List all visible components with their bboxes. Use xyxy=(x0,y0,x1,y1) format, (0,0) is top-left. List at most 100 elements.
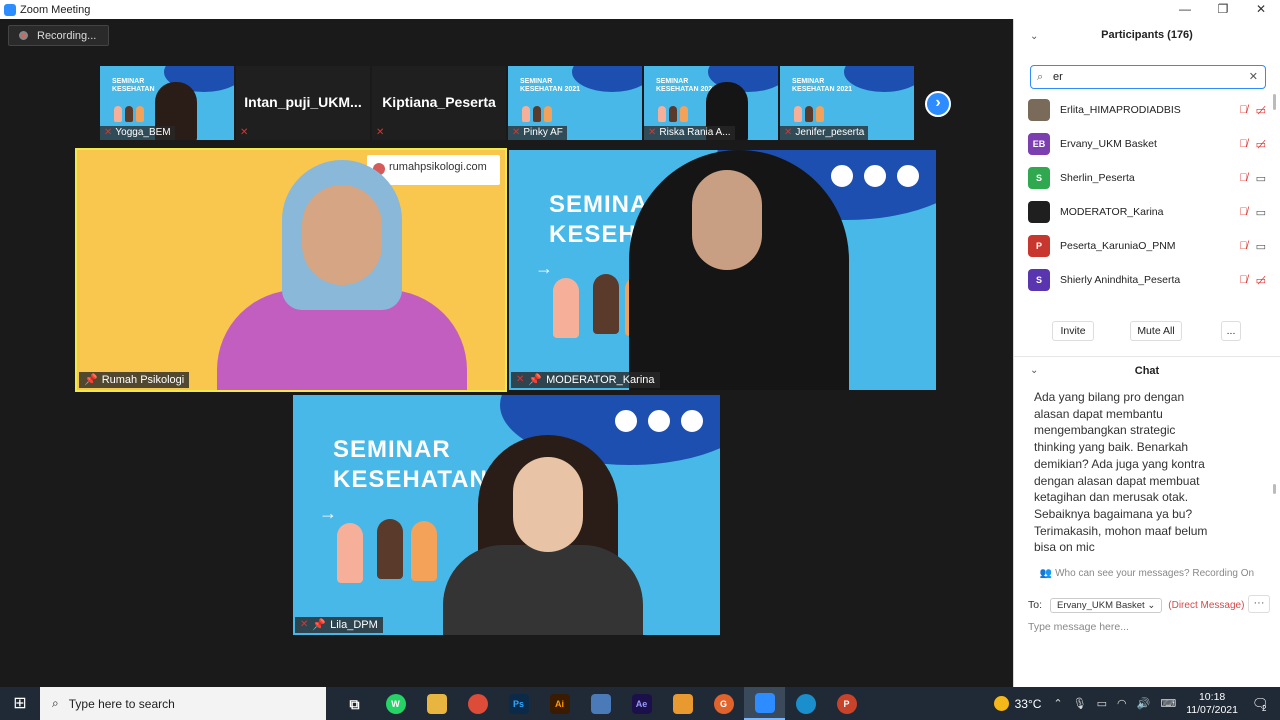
grammarly-button[interactable]: G xyxy=(703,687,744,720)
close-button[interactable]: ✕ xyxy=(1242,0,1280,19)
to-label: To: xyxy=(1028,599,1043,611)
date: 11/07/2021 xyxy=(1186,703,1238,716)
direct-message-label: (Direct Message) xyxy=(1168,599,1245,611)
video-tile-speaker[interactable]: rumahpsikologi.com 📌 Rumah Psikologi xyxy=(75,148,507,392)
participant-thumbnail[interactable]: SEMINAR KESEHATAN 2021 ✕ Pinky AF xyxy=(508,66,642,140)
participant-row[interactable]: P Peserta_KaruniaO_PNM 🎙̸ ▭ xyxy=(1028,229,1276,263)
video-off-icon[interactable]: ▭̸ xyxy=(1256,104,1266,117)
mic-off-icon[interactable]: 🎙̸ xyxy=(1239,138,1247,151)
participant-row[interactable]: Erlita_HIMAPRODIADBIS 🎙̸ ▭̸ xyxy=(1028,93,1276,127)
notification-count: 2 xyxy=(1262,703,1267,713)
mic-off-icon[interactable]: 🎙̸ xyxy=(1239,240,1247,253)
next-page-button[interactable]: › xyxy=(925,91,951,117)
participant-row[interactable]: EB Ervany_UKM Basket 🎙̸ ▭̸ xyxy=(1028,127,1276,161)
slide-title: SEMINAR KESEHATAN 2021 xyxy=(792,78,853,93)
windows-start-button[interactable]: ⊞ xyxy=(0,687,40,720)
brand-text: rumahpsikologi.com xyxy=(389,161,487,173)
slide-logos xyxy=(828,162,922,190)
mic-off-icon[interactable]: 🎙̸ xyxy=(1239,206,1247,219)
video-tile-participant[interactable]: SEMINAR KESEHATAN → ✕ 📌 Lila_DPM xyxy=(293,395,720,635)
photoshop-button[interactable]: Ps xyxy=(498,687,539,720)
media-player-button[interactable] xyxy=(662,687,703,720)
mic-off-icon[interactable]: 🎙̸ xyxy=(1239,104,1247,117)
wifi-icon[interactable]: ◠ xyxy=(1117,697,1127,710)
participant-search-input[interactable]: ⌕ er ✕ xyxy=(1030,65,1266,89)
video-name: Lila_DPM xyxy=(330,619,378,631)
edge-button[interactable] xyxy=(785,687,826,720)
participants-scrollbar[interactable] xyxy=(1273,94,1276,110)
mute-all-button[interactable]: Mute All xyxy=(1130,321,1182,341)
recipient-select[interactable]: Ervany_UKM Basket ⌄ xyxy=(1050,597,1163,613)
mic-off-icon[interactable]: 🎙̸ xyxy=(1239,172,1247,185)
powerpoint-button[interactable]: P xyxy=(826,687,867,720)
notification-center-button[interactable]: 🗨 2 xyxy=(1252,696,1274,713)
taskbar-search[interactable]: ⌕ Type here to search xyxy=(40,687,326,720)
participant-body xyxy=(443,545,643,635)
participant-thumbnail[interactable]: SEMINAR KESEHATAN 2021 ✕ Riska Rania A... xyxy=(644,66,778,140)
slide-title: SEMINAR KESEHATAN 2021 xyxy=(656,78,717,93)
after-effects-button[interactable]: Ae xyxy=(621,687,662,720)
logo-icon xyxy=(612,407,640,435)
participant-thumbnail[interactable]: Intan_puji_UKM... ✕ xyxy=(236,66,370,140)
zoom-button[interactable] xyxy=(744,687,785,720)
edge-icon xyxy=(795,693,816,714)
participant-thumbnail[interactable]: SEMINAR KESEHATAN 2021 ✕ Jenifer_peserta xyxy=(780,66,914,140)
participant-name-tag: ✕ Pinky AF xyxy=(508,126,567,140)
participant-name: MODERATOR_Karina xyxy=(1060,206,1164,218)
whatsapp-button[interactable]: W xyxy=(375,687,416,720)
window-title: Zoom Meeting xyxy=(20,3,91,16)
keyboard-icon[interactable]: ⌨ xyxy=(1160,697,1176,710)
chevron-up-icon[interactable]: ⌃ xyxy=(1053,697,1062,710)
microphone-icon[interactable]: 🎙 xyxy=(1073,697,1087,710)
participant-thumbnail[interactable]: SEMINAR KESEHATAN ✕ Yogga_BEM xyxy=(100,66,234,140)
volume-icon[interactable]: 🔊 xyxy=(1137,697,1151,710)
participant-row[interactable]: S Sherlin_Peserta 🎙̸ ▭ xyxy=(1028,161,1276,195)
invite-button[interactable]: Invite xyxy=(1052,321,1094,341)
weather-widget[interactable]: 33°C xyxy=(993,696,1041,711)
recording-indicator[interactable]: Recording... xyxy=(8,25,109,46)
clear-search-icon[interactable]: ✕ xyxy=(1249,66,1258,88)
chat-more-button[interactable]: ··· xyxy=(1248,595,1270,613)
participant-name: Pinky AF xyxy=(523,127,563,138)
participant-row[interactable]: S Shierly Anindhita_Peserta 🎙̸ ▭̸ xyxy=(1028,263,1276,297)
clock[interactable]: 10:18 11/07/2021 xyxy=(1186,691,1238,717)
logo-icon xyxy=(678,407,706,435)
video-on-icon[interactable]: ▭ xyxy=(1256,172,1266,185)
chrome-button[interactable] xyxy=(457,687,498,720)
participant-name: Sherlin_Peserta xyxy=(1060,172,1135,184)
maximize-button[interactable]: ❐ xyxy=(1204,0,1242,19)
slide-illustration xyxy=(522,106,562,124)
chat-scrollbar[interactable] xyxy=(1273,484,1276,494)
media-player-icon xyxy=(672,693,693,714)
video-tile-moderator[interactable]: SEMINAR KESEHAT → ✕ 📌 MODERATOR_Karina xyxy=(509,150,936,390)
video-on-icon[interactable]: ▭ xyxy=(1256,206,1266,219)
file-explorer-button[interactable] xyxy=(416,687,457,720)
avatar xyxy=(1028,99,1050,121)
video-on-icon[interactable]: ▭ xyxy=(1256,240,1266,253)
more-options-button[interactable]: ... xyxy=(1221,321,1241,341)
chat-message-input[interactable]: Type message here... xyxy=(1028,621,1129,633)
taskbar: ⊞ ⌕ Type here to search ⧉ W Ps Ai Ae G P… xyxy=(0,687,1280,720)
slide-illustration xyxy=(593,274,619,334)
generic-app-button[interactable] xyxy=(580,687,621,720)
video-off-icon[interactable]: ▭̸ xyxy=(1256,274,1266,287)
participant-row[interactable]: MODERATOR_Karina 🎙̸ ▭ xyxy=(1028,195,1276,229)
participant-face xyxy=(302,185,382,285)
slide-wave xyxy=(844,66,914,92)
illustrator-button[interactable]: Ai xyxy=(539,687,580,720)
participant-thumbnail[interactable]: Kiptiana_Peserta ✕ xyxy=(372,66,506,140)
slide-title: SEMINAR KESEHATAN xyxy=(112,78,155,93)
participant-name-tag: ✕ Riska Rania A... xyxy=(644,126,735,140)
mic-off-icon: ✕ xyxy=(240,127,249,138)
participant-list: Erlita_HIMAPRODIADBIS 🎙̸ ▭̸ EB Ervany_UKM… xyxy=(1028,93,1276,297)
participant-name-tag: ✕ xyxy=(236,126,252,140)
minimize-button[interactable]: — xyxy=(1166,0,1204,19)
panel-divider xyxy=(1014,356,1280,357)
task-view-button[interactable]: ⧉ xyxy=(334,687,375,720)
time: 10:18 xyxy=(1198,690,1226,703)
chat-privacy-link[interactable]: 👥 Who can see your messages? Recording O… xyxy=(1014,568,1280,579)
chevron-down-icon: ⌄ xyxy=(1147,599,1156,611)
battery-icon[interactable]: ▭ xyxy=(1097,697,1107,710)
mic-off-icon[interactable]: 🎙̸ xyxy=(1239,274,1247,287)
video-off-icon[interactable]: ▭̸ xyxy=(1256,138,1266,151)
